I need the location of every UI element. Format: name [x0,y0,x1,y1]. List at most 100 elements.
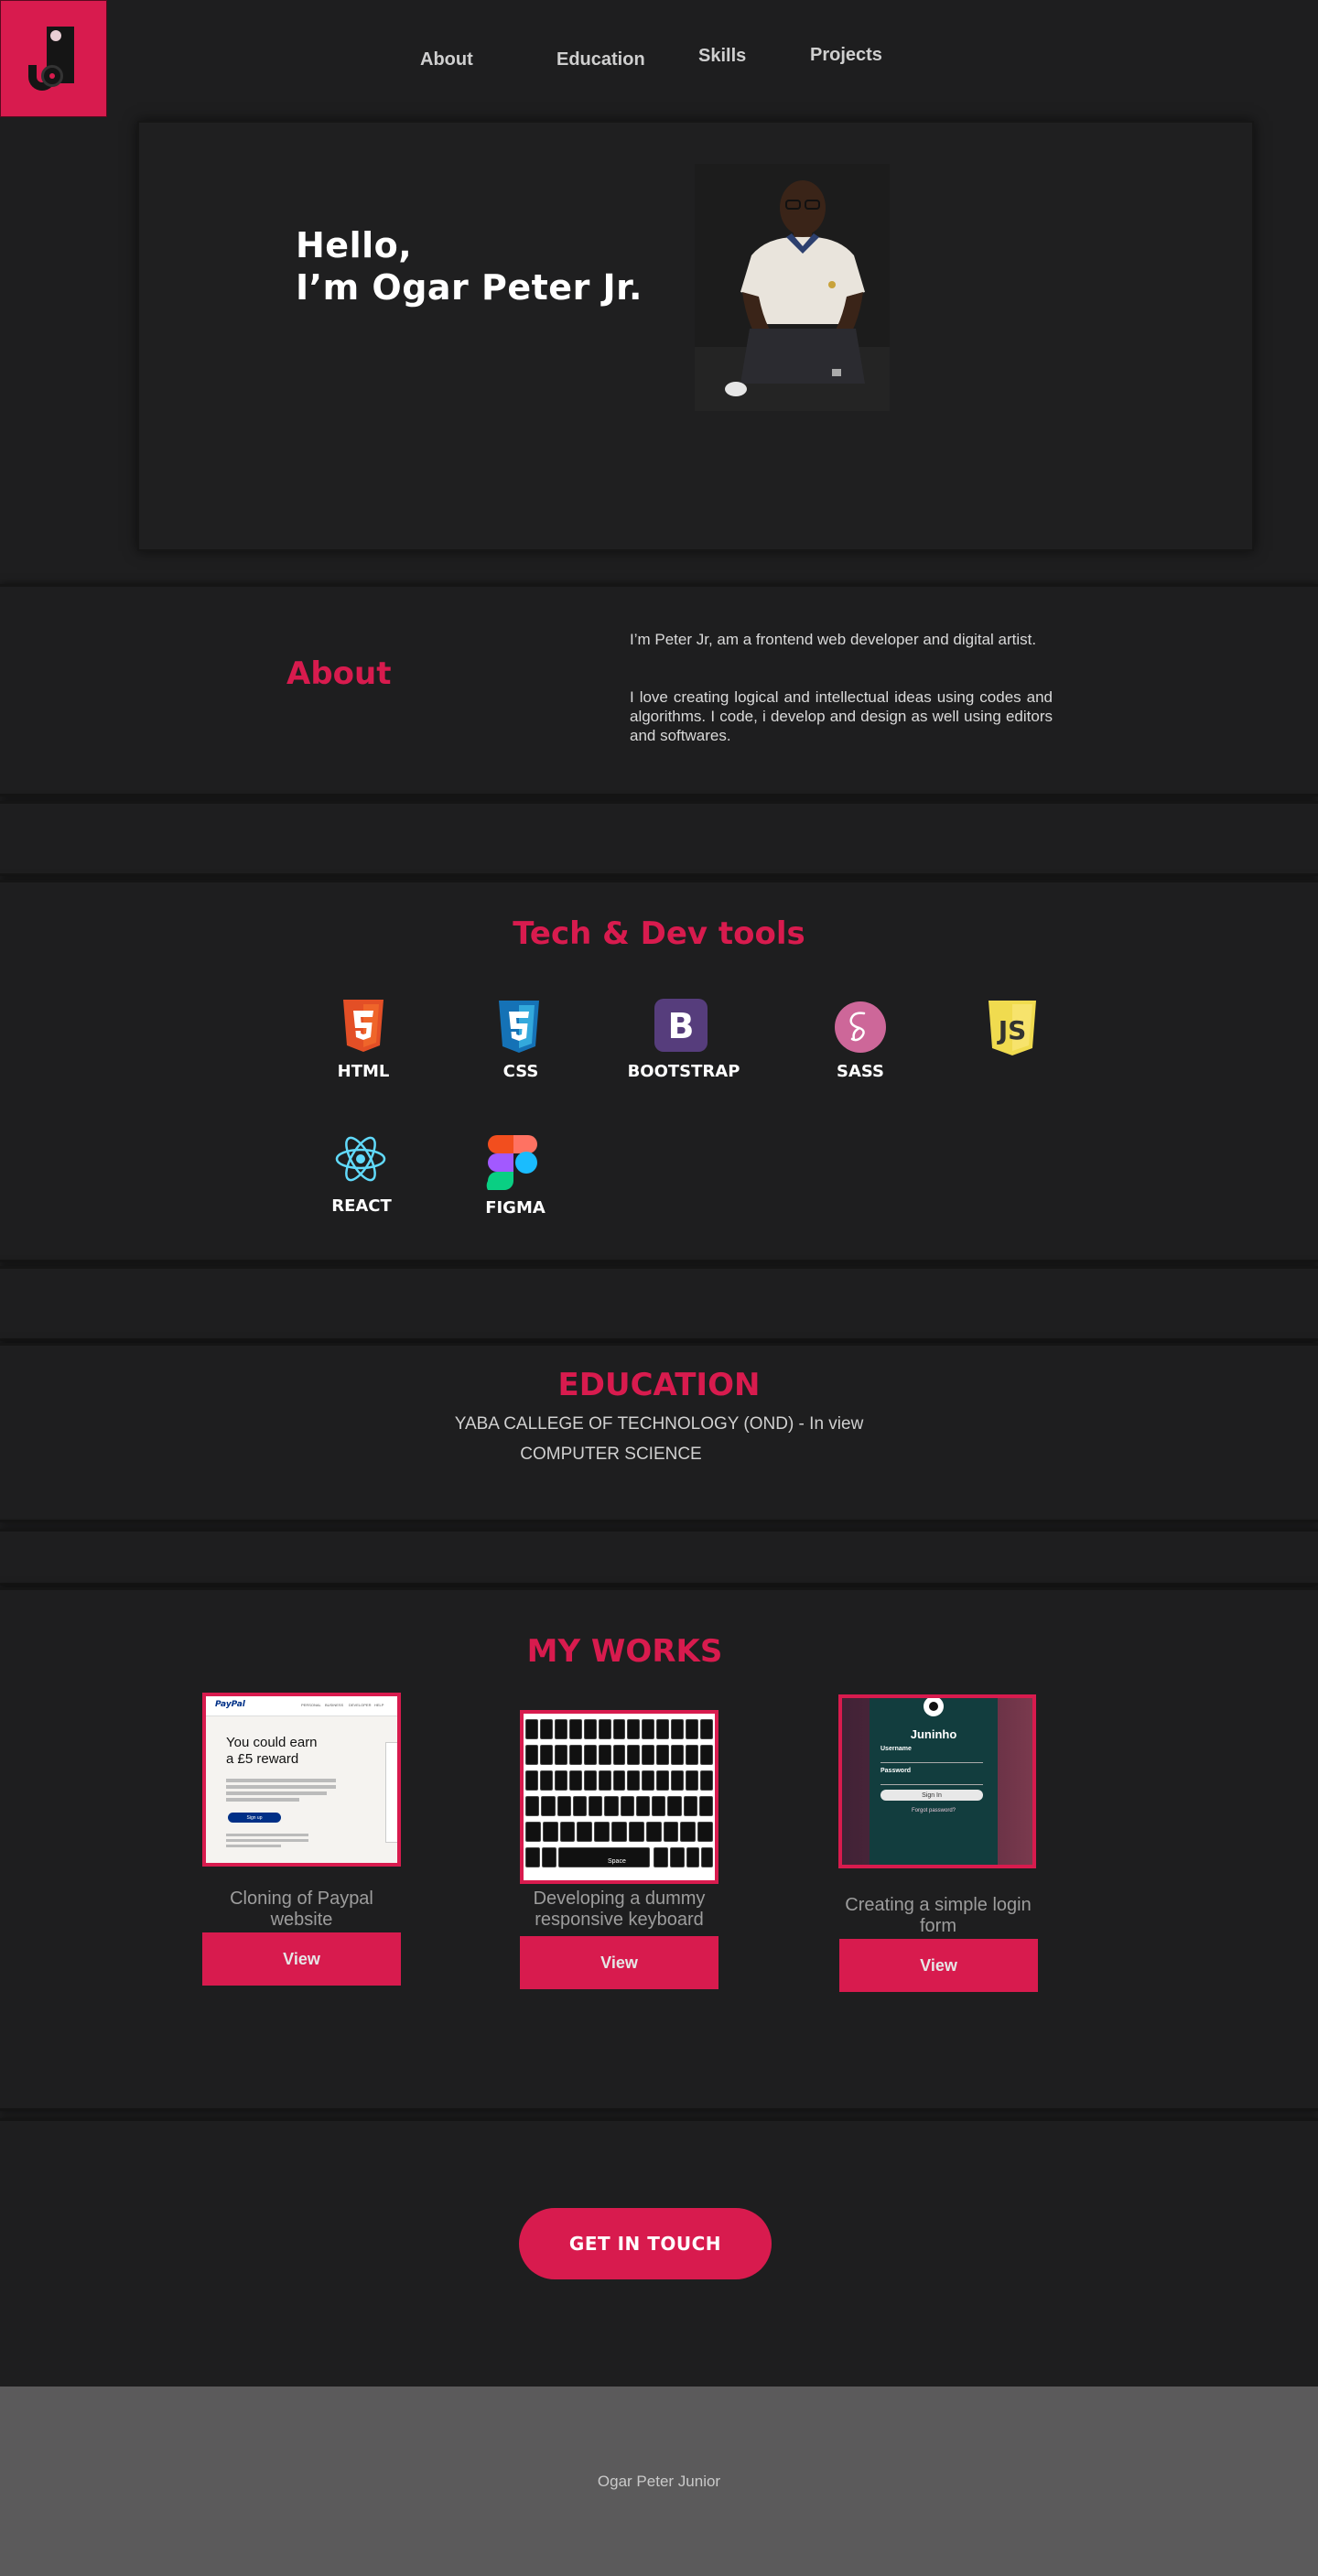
paypal-menu-item: DEVELOPER [349,1703,372,1707]
login-signin-button: Sign In [880,1790,983,1801]
javascript-icon: JS [987,1001,1038,1059]
keyboard-key [568,1745,582,1765]
keyboard-key [645,1822,662,1842]
education-school: YABA CALLEGE OF TECHNOLOGY (OND) - In vi… [454,1414,864,1434]
paypal-menu-item: HELP [374,1703,384,1707]
logo-dot [50,30,61,41]
keyboard-key [671,1770,685,1791]
about-paragraph-2: I love creating logical and intellectual… [630,688,1053,744]
keyboard-key [594,1822,610,1842]
svg-text:B: B [668,1006,695,1046]
keyboard-key [642,1770,655,1791]
keyboard-key [700,1745,713,1765]
keyboard-key [700,1770,713,1791]
view-button-paypal[interactable]: View [202,1932,401,1986]
keyboard-key [642,1745,655,1765]
works-title: MY WORKS [526,1633,723,1670]
keyboard-key [583,1770,597,1791]
keyboard-key [656,1770,670,1791]
keyboard-key [671,1719,685,1739]
keyboard-key [652,1796,666,1816]
keyboard-key [642,1719,655,1739]
about-title: About [286,655,392,692]
keyboard-key [700,1719,713,1739]
keyboard-key [554,1770,567,1791]
keyboard-key [686,1745,699,1765]
hero-greeting: Hello, [296,225,413,265]
keyboard-key [671,1745,685,1765]
tool-label-bootstrap: BOOTSTRAP [627,1062,740,1081]
keyboard-key [686,1847,699,1867]
work-thumbnail-paypal[interactable]: PayPal PERSONAL BUSINESS DEVELOPER HELP … [202,1693,401,1867]
keyboard-key [598,1770,611,1791]
keyboard-key [525,1745,538,1765]
spacer-band [0,1266,1318,1341]
about-paragraph-1: I’m Peter Jr, am a frontend web develope… [630,631,1037,648]
hero-name: I’m Ogar Peter Jr. [296,267,643,308]
keyboard-key [683,1796,697,1816]
tool-label-figma: FIGMA [485,1198,546,1218]
education-course: COMPUTER SCIENCE [520,1445,702,1464]
keyboard-key [697,1822,713,1842]
keyboard-key [656,1719,670,1739]
keyboard-key [620,1796,634,1816]
tool-label-html: HTML [337,1062,390,1081]
tool-label-react: REACT [331,1196,392,1216]
keyboard-key [525,1770,538,1791]
keyboard-key [525,1719,538,1739]
keyboard-key [568,1719,582,1739]
work-thumbnail-login[interactable]: Juninho Username Password Sign In Forgot… [838,1694,1036,1868]
keyboard-key [539,1719,553,1739]
keyboard-key [656,1745,670,1765]
work-caption-paypal: Cloning of Paypal website [230,1889,373,1930]
view-button-keyboard[interactable]: View [520,1936,718,1989]
keyboard-key [667,1796,682,1816]
keyboard-key [542,1822,558,1842]
keyboard-key [598,1719,611,1739]
spacer-band [0,801,1318,876]
keyboard-key [556,1796,571,1816]
footer-text: Ogar Peter Junior [597,2473,721,2490]
nav-link-projects[interactable]: Projects [810,45,882,66]
get-in-touch-button[interactable]: GET IN TOUCH [519,2208,772,2279]
keyboard-key [635,1796,650,1816]
paypal-menu-item: PERSONAL [301,1703,321,1707]
keyboard-key [701,1847,713,1867]
nav-link-about[interactable]: About [420,49,473,70]
sass-icon [834,1001,887,1057]
profile-photo [695,164,890,411]
tool-label-sass: SASS [836,1062,884,1081]
keyboard-key [663,1822,679,1842]
keyboard-key [627,1745,641,1765]
keyboard-key [568,1770,582,1791]
logo[interactable] [0,0,107,117]
nav-link-education[interactable]: Education [556,49,645,70]
work-thumbnail-keyboard[interactable]: Space [520,1710,718,1884]
keyboard-key [654,1847,668,1867]
keyboard-key [612,1770,626,1791]
react-icon [334,1135,387,1186]
keyboard-key [670,1847,685,1867]
paypal-signup-button: Sign up [228,1813,281,1823]
education-title: EDUCATION [557,1367,761,1403]
keyboard-key [611,1822,627,1842]
login-forgot-link: Forgot password? [911,1808,956,1813]
keyboard-key [598,1745,611,1765]
keyboard-key [542,1847,556,1867]
keyboard-key [686,1719,699,1739]
svg-text:JS: JS [997,1015,1027,1045]
keyboard-key [698,1796,713,1816]
paypal-menu-item: BUSINESS [325,1703,344,1707]
keyboard-key [612,1745,626,1765]
css-icon [496,1001,542,1057]
keyboard-key [558,1847,650,1867]
work-caption-login: Creating a simple login form [845,1895,1032,1936]
keyboard-key [541,1796,556,1816]
keyboard-key [589,1796,603,1816]
login-brand: Juninho [910,1727,957,1741]
nav-link-skills[interactable]: Skills [698,46,746,67]
work-caption-keyboard: Developing a dummy responsive keyboard [533,1889,706,1930]
spacer-band [0,1529,1318,1586]
view-button-login[interactable]: View [839,1939,1038,1992]
keyboard-key [604,1796,619,1816]
